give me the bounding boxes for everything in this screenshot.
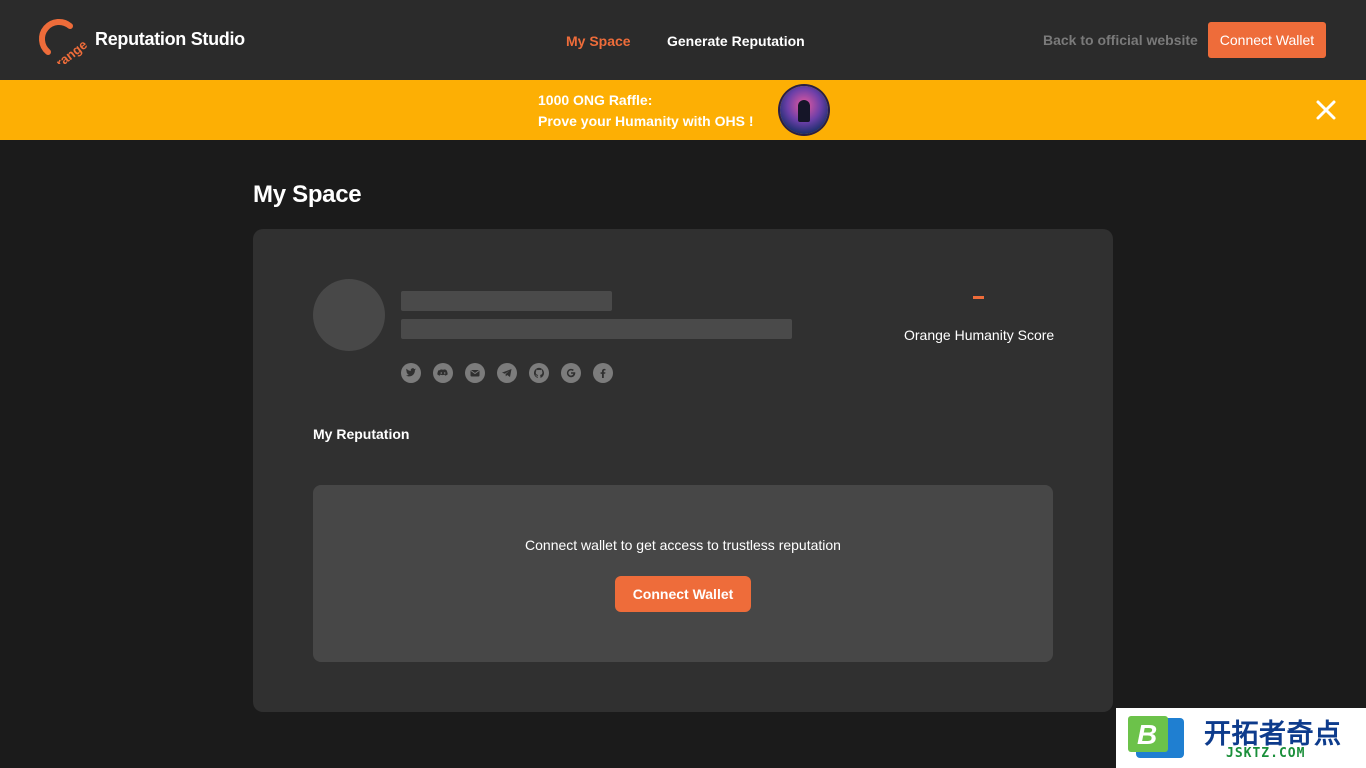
- twitter-icon[interactable]: [401, 363, 421, 383]
- banner-text[interactable]: 1000 ONG Raffle: Prove your Humanity wit…: [538, 90, 753, 132]
- promo-banner: 1000 ONG Raffle: Prove your Humanity wit…: [0, 80, 1366, 140]
- google-icon[interactable]: [561, 363, 581, 383]
- humanity-score-label: Orange Humanity Score: [904, 327, 1055, 343]
- banner-ohs-image[interactable]: [780, 86, 828, 134]
- discord-icon[interactable]: [433, 363, 453, 383]
- brand-title[interactable]: Reputation Studio: [95, 29, 245, 50]
- github-icon[interactable]: [529, 363, 549, 383]
- mail-icon[interactable]: [465, 363, 485, 383]
- name-placeholder: [401, 291, 612, 311]
- my-reputation-heading: My Reputation: [313, 426, 410, 442]
- top-navbar: range Reputation Studio My Space Generat…: [0, 0, 1366, 80]
- telegram-icon[interactable]: [497, 363, 517, 383]
- banner-line-1: 1000 ONG Raffle:: [538, 92, 653, 108]
- orange-logo-icon[interactable]: range: [38, 16, 88, 64]
- nav-my-space[interactable]: My Space: [566, 33, 631, 49]
- connect-wallet-button[interactable]: Connect Wallet: [1208, 22, 1326, 58]
- reputation-empty-state: Connect wallet to get access to trustles…: [313, 485, 1053, 662]
- back-to-website-link[interactable]: Back to official website: [1043, 32, 1198, 48]
- avatar: [313, 279, 385, 351]
- connect-wallet-cta-button[interactable]: Connect Wallet: [615, 576, 751, 612]
- nav-generate-reputation[interactable]: Generate Reputation: [667, 33, 805, 49]
- watermark-logo-icon: B: [1128, 716, 1184, 758]
- address-placeholder: [401, 319, 792, 339]
- watermark: B 开拓者奇点 JSKTZ.COM: [1116, 708, 1366, 768]
- connect-wallet-message: Connect wallet to get access to trustles…: [525, 537, 841, 553]
- facebook-icon[interactable]: [593, 363, 613, 383]
- logo-text: range: [53, 37, 88, 64]
- humanity-score-value: [973, 296, 984, 299]
- banner-line-2: Prove your Humanity with OHS !: [538, 113, 754, 129]
- close-icon[interactable]: [1312, 96, 1340, 124]
- watermark-badge: B: [1137, 719, 1157, 750]
- watermark-domain: JSKTZ.COM: [1226, 746, 1306, 761]
- page-title: My Space: [253, 181, 362, 208]
